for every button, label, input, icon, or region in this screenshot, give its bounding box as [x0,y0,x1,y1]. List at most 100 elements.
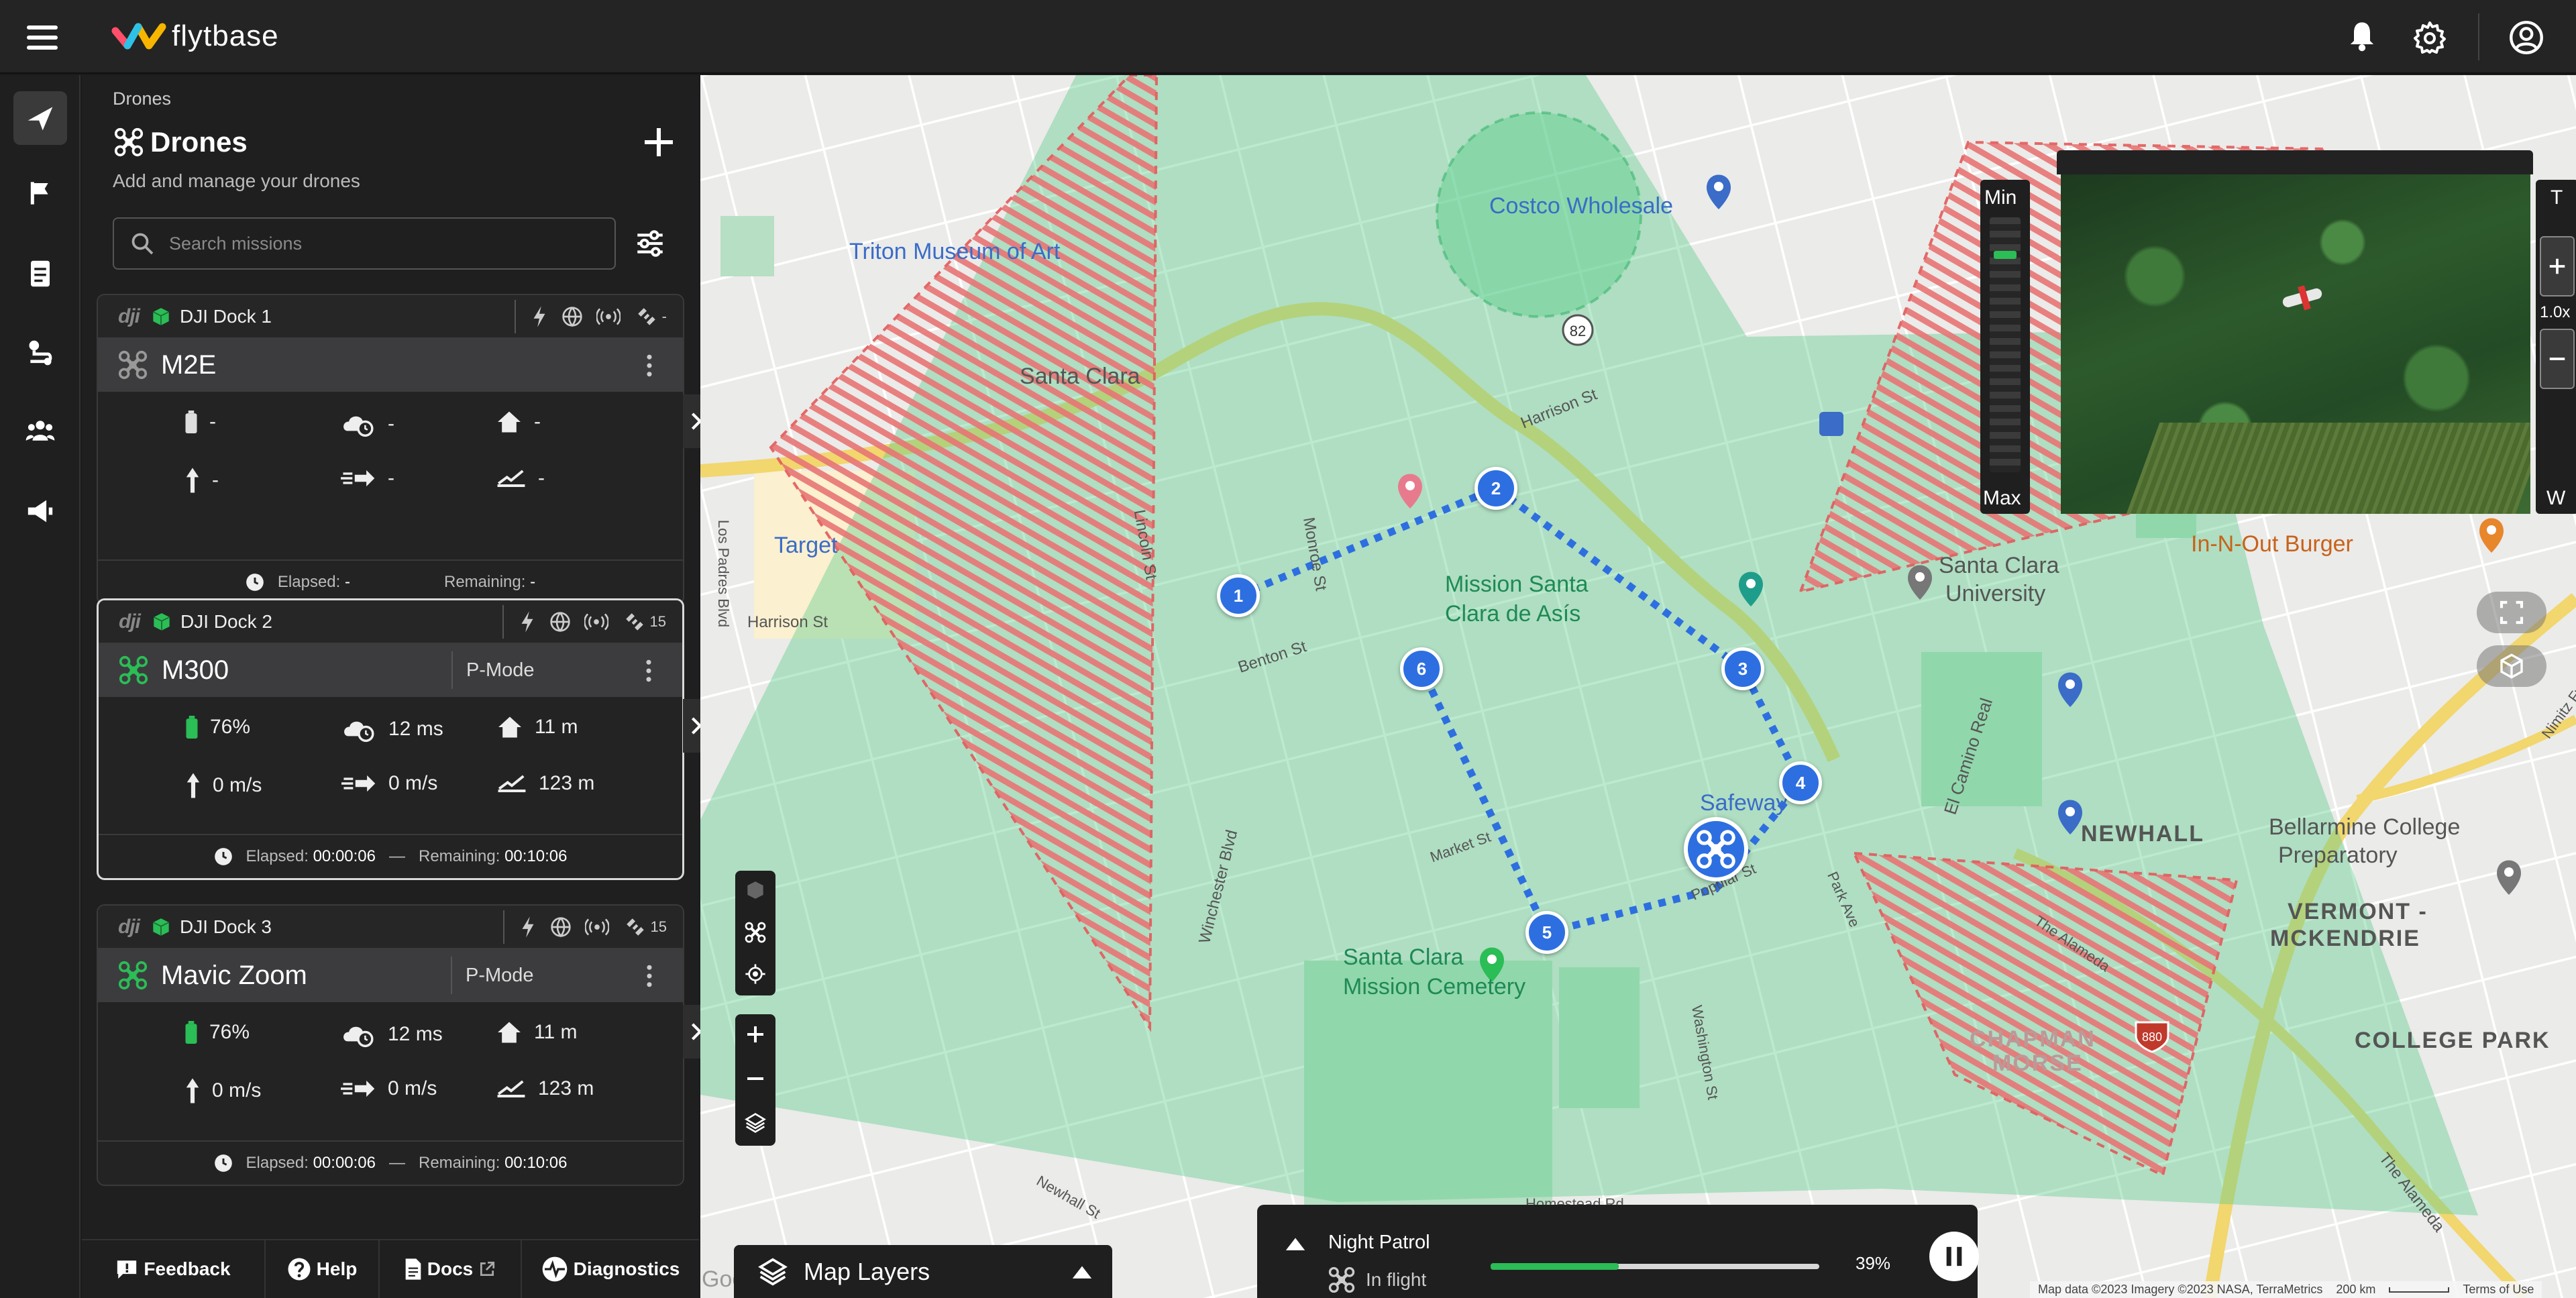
tele-label: T [2551,186,2563,209]
home-icon [498,716,521,738]
time-separator: — [389,1154,405,1172]
map-scale-label: 200 km [2336,1283,2376,1296]
waypoint-marker[interactable]: 5 [1525,911,1568,954]
vertical-speed-value: 0 m/s [212,1079,262,1101]
drone-card[interactable]: dji DJI Dock 2 15 M300 P-Mode 76% 12 ms [97,598,684,880]
drone-focus-icon[interactable] [745,922,766,943]
more-options-icon[interactable] [645,354,653,377]
search-input[interactable]: Search missions [169,233,302,254]
minus-icon [2549,358,2565,360]
nav-logs[interactable] [13,247,67,301]
waypoint-marker[interactable]: 3 [1721,647,1764,690]
satellite-icon [626,918,644,936]
add-drone-button[interactable] [640,123,678,161]
battery-stat: 76% [185,1021,250,1044]
timing-footer: Elapsed: 00:00:06 — Remaining: 00:10:06 [99,834,682,878]
nav-missions[interactable] [13,166,67,220]
filter-sliders-icon[interactable] [633,227,667,260]
drone-name: M300 [162,655,229,685]
vertical-speed-value: 0 m/s [213,774,262,796]
zoom-out-icon[interactable] [745,1068,766,1089]
dji-logo: dji [118,305,140,327]
map-view-toggle[interactable] [2477,592,2546,633]
nav-team[interactable] [13,404,67,457]
terms-link[interactable]: Terms of Use [2463,1283,2534,1297]
latency-stat: 12 ms [341,716,443,743]
search-box[interactable]: Search missions [113,217,616,270]
header-divider [502,910,504,944]
waypoint-number: 1 [1233,585,1244,606]
map-label: CHAPMAN [1970,1026,2096,1052]
flytbase-logo[interactable]: flytbase [111,19,279,54]
megaphone-icon [28,500,53,523]
transit-station-icon[interactable] [1819,412,1843,436]
feedback-button[interactable]: Feedback [82,1240,266,1298]
diagnostics-button[interactable]: Diagnostics [522,1240,699,1298]
vertical-speed-icon [186,1078,199,1103]
waypoint-marker[interactable]: 4 [1779,761,1822,804]
globe-icon [550,916,571,937]
cube-icon[interactable] [746,880,765,900]
vertical-speed-value: - [212,469,219,491]
zoom-in-button[interactable] [2540,236,2575,296]
drone-card[interactable]: dji DJI Dock 3 15 Mavic Zoom P-Mode 76% … [97,904,684,1186]
map-label: NEWHALL [2081,821,2204,847]
clock-icon [246,574,264,591]
caret-up-icon[interactable] [1284,1236,1307,1252]
map-label: Clara de Asís [1445,601,1581,627]
map-label: Triton Museum of Art [849,239,1061,264]
distance-stat: - [496,467,545,490]
nav-drones[interactable] [13,91,67,145]
drone-card[interactable]: dji DJI Dock 1 - M2E - - - - - - Elapsed… [97,294,684,605]
settings-gear-icon[interactable] [2414,21,2446,54]
map-layers-button[interactable]: Map Layers [734,1245,1112,1298]
camera-feed-image[interactable] [2061,174,2530,514]
mode-divider [451,651,453,689]
highway-82-label: 82 [1570,323,1586,339]
user-account-icon[interactable] [2509,20,2544,55]
battery-value: 76% [210,716,251,738]
latency-value: 12 ms [388,718,443,740]
latency-value: 12 ms [388,1023,443,1045]
pause-mission-button[interactable] [1929,1232,1979,1281]
zoom-slider-panel[interactable]: Min Max [1980,180,2030,514]
timing-footer: Elapsed: - Remaining: - [98,559,683,604]
docs-label: Docs [427,1258,474,1279]
waypoint-marker[interactable]: 1 [1217,574,1260,617]
distance-value: 123 m [538,1077,594,1099]
waypoint-marker[interactable]: 6 [1400,647,1443,690]
zoom-thumb[interactable] [1994,251,2017,259]
docs-button[interactable]: Docs [380,1240,522,1298]
nav-routes[interactable] [13,326,67,380]
map-label: Costco Wholesale [1489,193,1674,219]
map-view[interactable]: 82 880 Costco Wholesale Triton Museum of… [700,75,2576,1298]
map-3d-toggle[interactable] [2477,645,2546,687]
notification-bell-icon[interactable] [2348,20,2376,52]
drone-location-marker[interactable] [1684,817,1748,881]
mission-status-bar[interactable]: Night Patrol In flight 39% [1257,1205,1979,1298]
more-options-icon[interactable] [645,659,653,682]
zoom-in-icon[interactable] [745,1024,766,1045]
map-label: Santa Clara [1343,944,1464,970]
zoom-track[interactable] [1990,217,2021,472]
zoom-out-button[interactable] [2540,329,2575,389]
altitude-stat: 11 m [496,1021,577,1044]
map-label: Santa Clara [1020,364,1140,389]
signal-icon [584,918,609,935]
battery-value: - [209,411,216,433]
distance-icon [497,1080,525,1097]
zoom-min-label: Min [1984,186,2017,209]
dock-cube-icon [152,918,170,936]
more-options-icon[interactable] [645,965,653,987]
lightning-icon [533,305,545,327]
help-button[interactable]: Help [266,1240,380,1298]
waypoint-marker[interactable]: 2 [1474,467,1517,510]
layers-icon[interactable] [745,1112,766,1134]
feedback-label: Feedback [144,1258,231,1279]
header-divider [514,299,516,333]
nav-announcements[interactable] [13,484,67,538]
hamburger-menu-icon[interactable] [27,25,58,50]
locate-icon[interactable] [745,963,766,985]
battery-icon [185,411,197,433]
drone-name-row: M300 P-Mode [99,643,682,697]
